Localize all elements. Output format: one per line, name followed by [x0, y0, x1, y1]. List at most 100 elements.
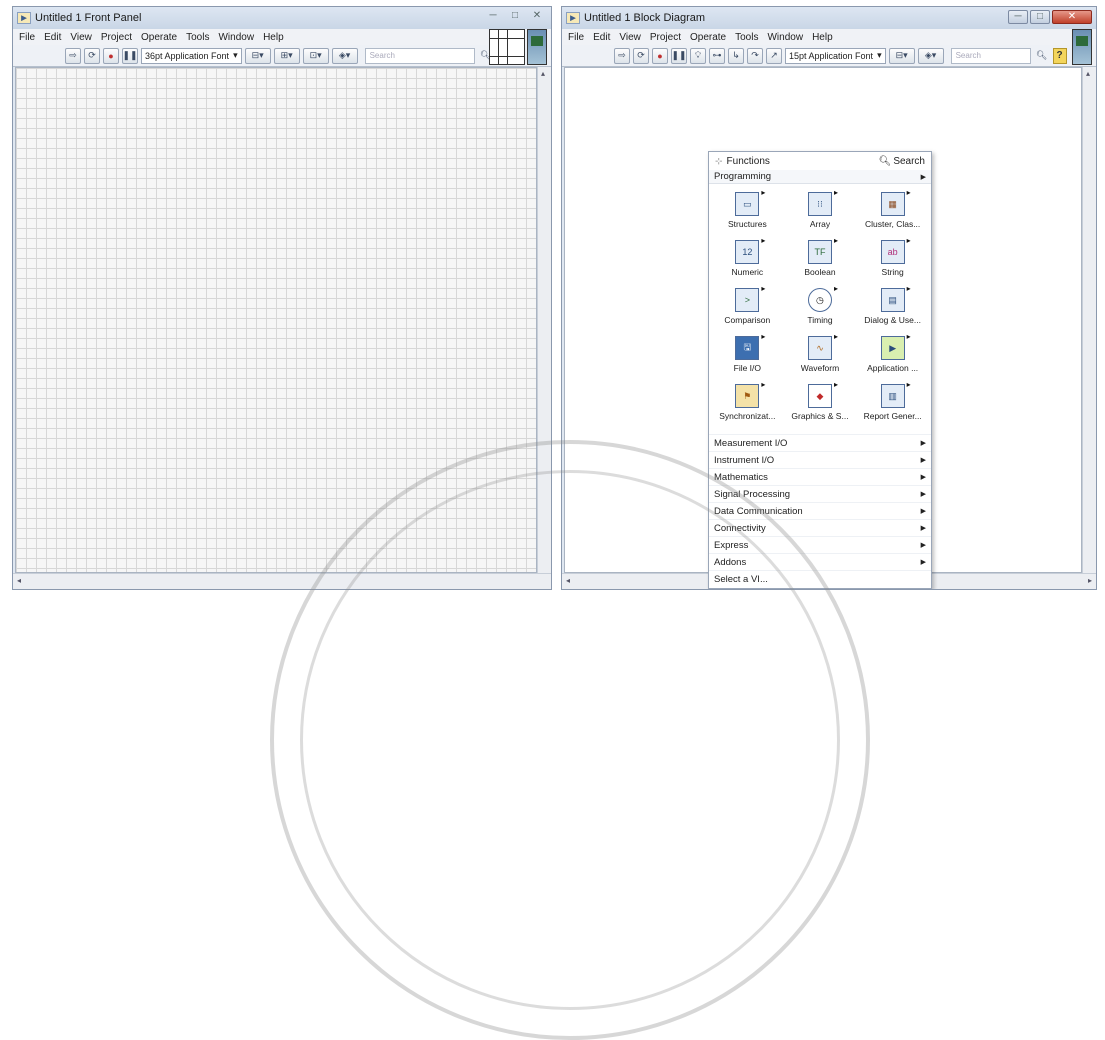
menu-tools[interactable]: Tools: [186, 32, 209, 43]
palette-item-label: Comparison: [724, 315, 771, 325]
scroll-left-icon[interactable]: ◂: [17, 576, 21, 585]
synchronization-icon: ⚑: [735, 380, 765, 408]
subpalette-express[interactable]: Express ▶: [709, 536, 931, 553]
context-help-button[interactable]: ?: [1052, 47, 1067, 64]
palette-item-comparison[interactable]: > Comparison: [711, 284, 784, 334]
subpalette-signal-processing[interactable]: Signal Processing ▶: [709, 485, 931, 502]
front-panel-titlebar[interactable]: ▶ Untitled 1 Front Panel ─ □ ✕: [13, 7, 551, 29]
palette-search-label: Search: [893, 155, 925, 167]
category-label: Programming: [714, 171, 772, 182]
minimize-button[interactable]: ─: [1008, 10, 1028, 24]
subpalette-data-communication[interactable]: Data Communication ▶: [709, 502, 931, 519]
menu-file[interactable]: File: [19, 32, 35, 43]
palette-search-button[interactable]: 🔍︎ Search: [879, 156, 925, 167]
run-arrow-icon[interactable]: ⇨: [614, 47, 630, 64]
pause-icon[interactable]: ❚❚: [122, 47, 138, 64]
chevron-down-icon: ▾: [877, 50, 882, 60]
font-select[interactable]: 15pt Application Font ▾: [785, 47, 886, 64]
menu-project[interactable]: Project: [101, 32, 132, 43]
subpalette-connectivity[interactable]: Connectivity ▶: [709, 519, 931, 536]
search-input[interactable]: Search: [950, 47, 1031, 64]
palette-item-numeric[interactable]: 12 Numeric: [711, 236, 784, 286]
menu-tools[interactable]: Tools: [735, 32, 758, 43]
search-icon[interactable]: 🔍︎: [1034, 48, 1050, 64]
search-input[interactable]: Search: [364, 47, 475, 64]
subpalette-addons[interactable]: Addons ▶: [709, 553, 931, 570]
menu-project[interactable]: Project: [650, 32, 681, 43]
connector-pane-icon[interactable]: [489, 29, 525, 65]
pause-icon[interactable]: ❚❚: [671, 47, 687, 64]
palette-item-file-io[interactable]: 🖫︎ File I/O: [711, 332, 784, 382]
scroll-left-icon[interactable]: ◂: [566, 576, 570, 585]
palette-item-application[interactable]: ▶ Application ...: [856, 332, 929, 382]
application-icon: ▶: [880, 332, 911, 360]
run-continuously-icon[interactable]: ⟳: [84, 47, 100, 64]
subpalette-measurement-io[interactable]: Measurement I/O ▶: [709, 434, 931, 451]
palette-item-string[interactable]: ab String: [856, 236, 929, 286]
resize-objects-icon[interactable]: ⊡▾: [302, 47, 329, 64]
step-out-icon[interactable]: ↗: [766, 47, 782, 64]
font-select-label: 36pt Application Font: [145, 50, 230, 61]
menu-window[interactable]: Window: [767, 32, 803, 43]
scroll-right-icon[interactable]: ▸: [1088, 576, 1092, 585]
font-select[interactable]: 36pt Application Font ▾: [141, 47, 242, 64]
menu-window[interactable]: Window: [218, 32, 254, 43]
palette-item-boolean[interactable]: TF Boolean: [784, 236, 857, 286]
reorder-icon[interactable]: ◈▾: [917, 47, 944, 64]
block-diagram-titlebar[interactable]: ▶ Untitled 1 Block Diagram ─ □ ✕: [562, 7, 1096, 29]
horizontal-scrollbar[interactable]: ◂: [13, 573, 551, 589]
chevron-down-icon[interactable]: ∨: [709, 587, 931, 589]
palette-item-waveform[interactable]: ∿ Waveform: [784, 332, 857, 382]
palette-item-synchronization[interactable]: ⚑ Synchronizat...: [711, 380, 784, 430]
run-arrow-icon[interactable]: ⇨: [65, 47, 81, 64]
menu-help[interactable]: Help: [263, 32, 284, 43]
highlight-execution-icon[interactable]: 💡︎: [690, 47, 706, 64]
run-continuously-icon[interactable]: ⟳: [633, 47, 649, 64]
palette-item-cluster[interactable]: ▦ Cluster, Clas...: [856, 188, 929, 238]
palette-item-graphics[interactable]: ◆ Graphics & S...: [784, 380, 857, 430]
close-button[interactable]: ✕: [527, 10, 547, 24]
category-programming[interactable]: Programming ▶: [709, 170, 931, 184]
maximize-button[interactable]: □: [505, 10, 525, 24]
palette-item-timing[interactable]: ◷ Timing: [784, 284, 857, 334]
palette-item-array[interactable]: ⁝⁝ Array: [784, 188, 857, 238]
palette-item-dialog[interactable]: ▤ Dialog & Use...: [856, 284, 929, 334]
step-into-icon[interactable]: ↳: [728, 47, 744, 64]
align-objects-icon[interactable]: ⊟▾: [888, 47, 915, 64]
abort-icon[interactable]: ●: [652, 47, 668, 64]
menu-file[interactable]: File: [568, 32, 584, 43]
menu-edit[interactable]: Edit: [593, 32, 610, 43]
palette-item-structures[interactable]: ▭ Structures: [711, 188, 784, 238]
palette-item-label: Array: [809, 219, 831, 229]
palette-item-report[interactable]: ▥ Report Gener...: [856, 380, 929, 430]
abort-icon[interactable]: ●: [103, 47, 119, 64]
menu-view[interactable]: View: [70, 32, 92, 43]
thumbtack-icon[interactable]: ⊹: [715, 156, 723, 167]
align-objects-icon[interactable]: ⊟▾: [244, 47, 271, 64]
close-button[interactable]: ✕: [1052, 10, 1092, 24]
subpalette-instrument-io[interactable]: Instrument I/O ▶: [709, 451, 931, 468]
menu-edit[interactable]: Edit: [44, 32, 61, 43]
distribute-objects-icon[interactable]: ⊞▾: [273, 47, 300, 64]
vi-icon[interactable]: [1072, 29, 1092, 65]
arrow-right-icon: ▶: [920, 474, 926, 481]
select-a-vi[interactable]: Select a VI...: [709, 570, 931, 587]
minimize-button[interactable]: ─: [483, 10, 503, 24]
step-over-icon[interactable]: ↷: [747, 47, 763, 64]
scroll-up-icon[interactable]: ▴: [541, 69, 545, 78]
scroll-up-icon[interactable]: ▴: [1086, 69, 1090, 78]
vertical-scrollbar[interactable]: ▴: [537, 67, 551, 573]
reorder-icon[interactable]: ◈▾: [331, 47, 358, 64]
vertical-scrollbar[interactable]: ▴: [1082, 67, 1096, 573]
menu-view[interactable]: View: [619, 32, 641, 43]
vi-icon[interactable]: [527, 29, 547, 65]
menu-help[interactable]: Help: [812, 32, 833, 43]
subpalette-label: Express: [714, 539, 749, 551]
menu-operate[interactable]: Operate: [141, 32, 177, 43]
menu-operate[interactable]: Operate: [690, 32, 726, 43]
retain-wire-values-icon[interactable]: ⊶: [709, 47, 725, 64]
front-panel-canvas[interactable]: [15, 67, 537, 573]
maximize-button[interactable]: □: [1030, 10, 1050, 24]
palette-item-label: String: [881, 267, 904, 277]
subpalette-mathematics[interactable]: Mathematics ▶: [709, 468, 931, 485]
